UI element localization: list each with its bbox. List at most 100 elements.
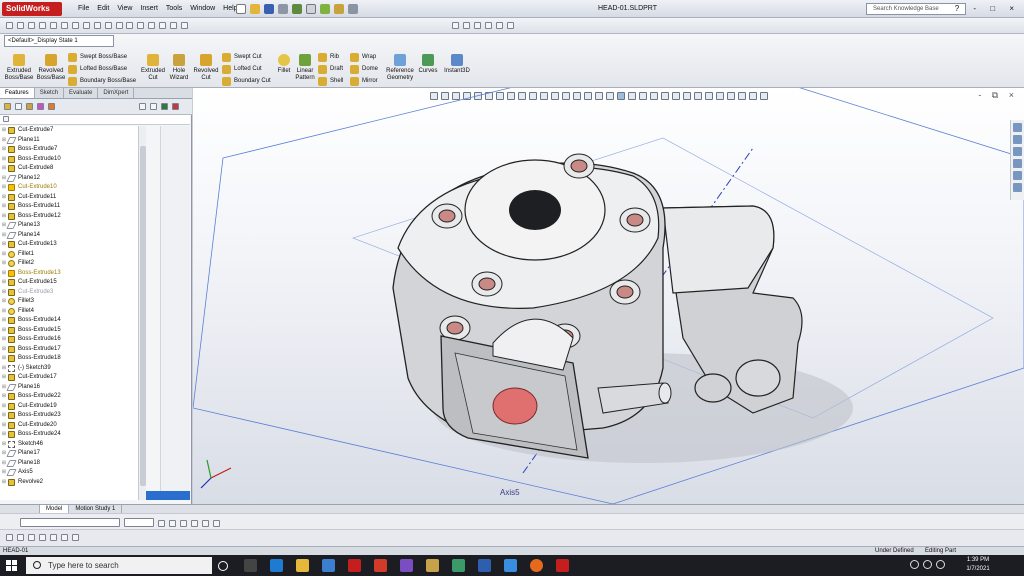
help-tray-icon[interactable] [910, 560, 919, 569]
print-icon[interactable] [277, 4, 288, 14]
tree-item[interactable]: ⊞ Plane12 [0, 174, 138, 184]
swept-boss-button[interactable]: Swept Boss/Base [68, 51, 127, 63]
tree-item[interactable]: ⊞ Plane17 [0, 449, 138, 459]
app-icon[interactable] [452, 559, 465, 572]
expand-icon[interactable]: ⊞ [0, 402, 8, 412]
expand-icon[interactable]: ⊞ [0, 307, 8, 317]
display-style-icon[interactable] [170, 22, 178, 29]
expand-icon[interactable]: ⊞ [0, 126, 8, 136]
tree-item[interactable]: ⊞ Plane16 [0, 383, 138, 393]
app-icon[interactable] [426, 559, 439, 572]
options-icon[interactable] [347, 4, 358, 14]
menu-edit[interactable]: Edit [93, 0, 113, 18]
tree-item[interactable]: ⊞ Boss-Extrude14 [0, 316, 138, 326]
expand-icon[interactable]: ⊞ [0, 212, 8, 222]
mirror-button[interactable]: Mirror [350, 75, 378, 87]
cortana-icon[interactable] [218, 561, 228, 571]
save-icon[interactable] [263, 4, 274, 14]
undo-icon[interactable] [291, 4, 302, 14]
tree-item[interactable]: ⊞ Boss-Extrude15 [0, 326, 138, 336]
boundary-boss-button[interactable]: Boundary Boss/Base [68, 75, 136, 87]
assembly-icon[interactable] [506, 22, 514, 29]
app-icon[interactable] [478, 559, 491, 572]
tree-filter[interactable] [0, 115, 190, 125]
window-controls[interactable]: ? - □ × [955, 0, 1020, 18]
extruded-boss-button[interactable]: Extruded Boss/Base [4, 54, 34, 82]
tab-sketch[interactable]: Sketch [35, 88, 65, 98]
hole-wizard-button[interactable]: Hole Wizard [166, 54, 192, 82]
collapse-panel-icon[interactable] [138, 103, 146, 110]
swept-cut-button[interactable]: Swept Cut [222, 51, 262, 63]
instant3d-button[interactable]: Instant3D [442, 54, 472, 75]
expand-icon[interactable]: ⊞ [0, 392, 8, 402]
mail-icon[interactable] [322, 559, 335, 572]
taskbar-clock[interactable]: 1:39 PM 1/7/2021 [956, 556, 1000, 574]
linear-pattern-button[interactable]: Linear Pattern [294, 54, 316, 82]
edge-icon[interactable] [270, 559, 283, 572]
align-right-icon[interactable] [212, 520, 220, 527]
sketch-icon[interactable] [6, 22, 13, 29]
rotate-view-icon[interactable] [148, 22, 156, 29]
tree-scrollbar[interactable] [138, 126, 146, 500]
view-palette-icon[interactable] [1013, 159, 1022, 168]
tree-item[interactable]: ⊞ Boss-Extrude12 [0, 212, 138, 222]
align-left-icon[interactable] [190, 520, 198, 527]
bold-icon[interactable] [157, 520, 165, 527]
underline-icon[interactable] [179, 520, 187, 527]
expand-icon[interactable]: ⊞ [0, 440, 8, 450]
rectangle-tool-icon[interactable] [60, 534, 68, 541]
lofted-cut-button[interactable]: Lofted Cut [222, 63, 262, 75]
trim-icon[interactable] [71, 22, 79, 29]
rib-button[interactable]: Rib [318, 51, 339, 63]
point-tool-icon[interactable] [16, 534, 24, 541]
tree-item[interactable]: ⊞ Cut-Extrude13 [0, 240, 138, 250]
tree-item[interactable]: ⊞ Cut-Extrude11 [0, 193, 138, 203]
circle-icon[interactable] [38, 22, 46, 29]
expand-icon[interactable]: ⊞ [0, 145, 8, 155]
expand-icon[interactable]: ⊞ [0, 269, 8, 279]
windows-start-icon[interactable] [6, 560, 17, 571]
tree-item[interactable]: ⊞ Fillet3 [0, 297, 138, 307]
new-document-icon[interactable] [236, 4, 246, 14]
part-model[interactable] [193, 88, 1024, 504]
expand-icon[interactable]: ⊞ [0, 478, 8, 488]
wrap-button[interactable]: Wrap [350, 51, 376, 63]
curves-button[interactable]: Curves [416, 54, 440, 75]
property-manager-icon[interactable] [14, 103, 22, 110]
tab-motion-study[interactable]: Motion Study 1 [69, 505, 123, 513]
tree-item[interactable]: ⊞ Cut-Extrude3 [0, 288, 138, 298]
line-icon[interactable] [27, 22, 35, 29]
lofted-boss-button[interactable]: Lofted Boss/Base [68, 63, 127, 75]
offset-icon[interactable] [82, 22, 90, 29]
tree-item[interactable]: ⊞ Cut-Extrude10 [0, 183, 138, 193]
expand-icon[interactable]: ⊞ [0, 326, 8, 336]
tree-item[interactable]: ⊞ Plane14 [0, 231, 138, 241]
tree-item[interactable]: ⊞ (-) Sketch39 [0, 364, 138, 374]
expand-icon[interactable]: ⊞ [0, 421, 8, 431]
file-explorer-taskbar-icon[interactable] [296, 559, 309, 572]
design-library-icon[interactable] [1013, 135, 1022, 144]
tree-item[interactable]: ⊞ Cut-Extrude7 [0, 126, 138, 136]
dome-button[interactable]: Dome [350, 63, 378, 75]
slot-tool-icon[interactable] [71, 534, 79, 541]
expand-icon[interactable]: ⊞ [0, 335, 8, 345]
dimxpert-manager-icon[interactable] [36, 103, 44, 110]
expand-icon[interactable]: ⊞ [0, 164, 8, 174]
task-view-icon[interactable] [244, 559, 257, 572]
scene-icon[interactable] [149, 103, 157, 110]
expand-icon[interactable]: ⊞ [0, 364, 8, 374]
expand-icon[interactable]: ⊞ [0, 278, 8, 288]
arc-icon[interactable] [49, 22, 57, 29]
network-icon[interactable] [923, 560, 932, 569]
expand-icon[interactable]: ⊞ [0, 316, 8, 326]
tree-item[interactable]: ⊞ Boss-Extrude13 [0, 269, 138, 279]
file-explorer-icon[interactable] [1013, 147, 1022, 156]
features-shortcut-icon[interactable] [452, 22, 460, 29]
expand-icon[interactable]: ⊞ [0, 193, 8, 203]
app-icon[interactable] [400, 559, 413, 572]
menu-view[interactable]: View [113, 0, 136, 18]
tree-item[interactable]: ⊞ Cut-Extrude20 [0, 421, 138, 431]
mold-tools-icon[interactable] [474, 22, 482, 29]
zoom-area-icon[interactable] [137, 22, 145, 29]
circle-tool-icon[interactable] [6, 534, 13, 541]
